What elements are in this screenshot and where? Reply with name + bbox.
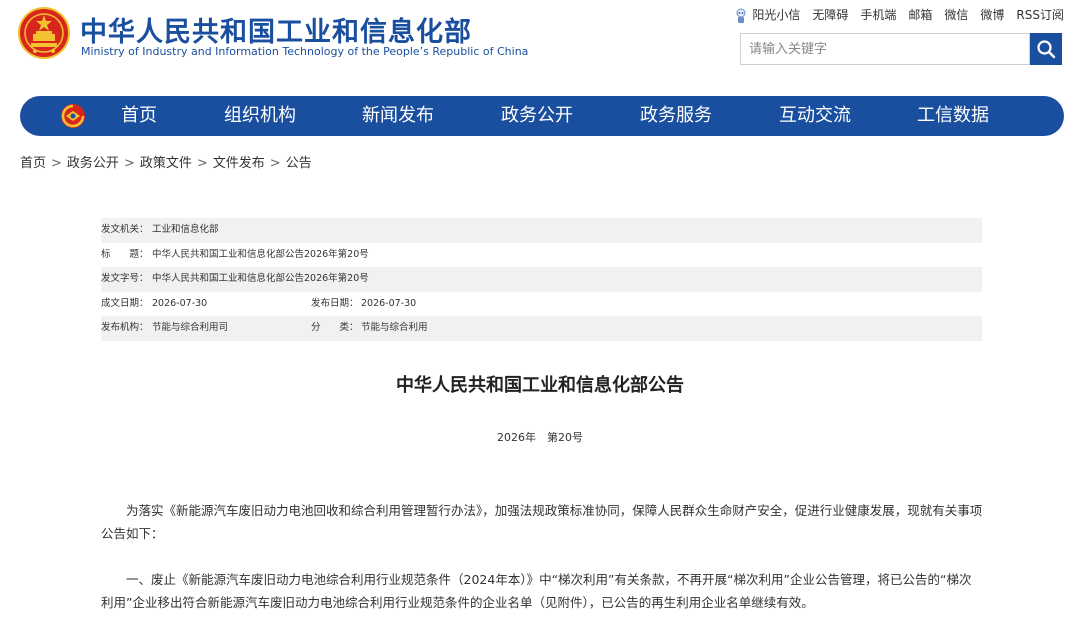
nav-item-news[interactable]: 新闻发布: [362, 96, 434, 136]
weibo-link[interactable]: 微博: [980, 6, 1004, 23]
title-label: 标 题：: [101, 248, 149, 260]
document-paragraph: 一、废止《新能源汽车废旧动力电池综合利用行业规范条件（2024年本）》中“梯次利…: [101, 572, 972, 610]
top-link-label: 阳光小信: [752, 8, 801, 22]
site-subtitle: Ministry of Industry and Information Tec…: [81, 45, 529, 58]
national-emblem-icon[interactable]: [18, 7, 70, 59]
nav-item-interaction[interactable]: 互动交流: [779, 96, 851, 136]
document-paragraph: 为落实《新能源汽车废旧动力电池回收和综合利用管理暂行办法》，加强法规政策标准协同…: [101, 503, 983, 541]
mobile-link[interactable]: 手机端: [860, 6, 896, 23]
breadcrumb-separator: >: [269, 156, 281, 171]
docno-label: 发文字号：: [101, 273, 149, 284]
top-links: 阳光小信 无障碍 手机端 邮箱 微信 微博 RSS订阅: [722, 6, 1064, 24]
info-row-title: 标 题： 中华人民共和国工业和信息化部公告2026年第20号: [101, 243, 982, 268]
written-date-value: 2026-07-30: [152, 297, 208, 309]
published-date-label: 发布日期：: [311, 297, 359, 309]
breadcrumb-separator: >: [196, 156, 208, 171]
breadcrumb-separator: >: [123, 156, 135, 171]
category-value: 节能与综合利用: [361, 322, 428, 333]
site-header: 中华人民共和国工业和信息化部 Ministry of Industry and …: [0, 0, 1080, 88]
org-label: 发布机构：: [101, 322, 149, 333]
info-row-dates: 成文日期： 2026-07-30 发布日期： 2026-07-30: [101, 292, 982, 317]
published-date-value: 2026-07-30: [361, 297, 417, 309]
document-number: 2026年 第20号: [497, 431, 583, 444]
category-label: 分 类：: [311, 322, 359, 333]
written-date-label: 成文日期：: [101, 297, 149, 309]
robot-icon: [736, 8, 746, 23]
title-value: 中华人民共和国工业和信息化部公告2026年第20号: [152, 248, 369, 260]
breadcrumb-doc-release[interactable]: 文件发布: [213, 156, 265, 171]
accessibility-link[interactable]: 无障碍: [812, 6, 848, 23]
nav-item-gov-affairs[interactable]: 政务公开: [501, 96, 573, 136]
issuer-label: 发文机关：: [101, 224, 149, 235]
search-input[interactable]: [741, 34, 1027, 64]
breadcrumb-announcement[interactable]: 公告: [286, 156, 312, 171]
miit-logo-icon[interactable]: [60, 103, 86, 129]
nav-item-home[interactable]: 首页: [121, 96, 157, 136]
site-title[interactable]: 中华人民共和国工业和信息化部: [80, 10, 472, 49]
sunshine-xiaoxin-link[interactable]: 阳光小信: [734, 6, 800, 24]
info-row-org: 发布机构： 节能与综合利用司 分 类： 节能与综合利用: [101, 316, 982, 341]
search-icon: [1037, 40, 1056, 59]
search-button[interactable]: [1030, 33, 1062, 65]
mailbox-link[interactable]: 邮箱: [908, 6, 932, 23]
main-nav: 首页 组织机构 新闻发布 政务公开 政务服务 互动交流 工信数据: [20, 96, 1064, 136]
document-title: 中华人民共和国工业和信息化部公告: [396, 375, 684, 396]
breadcrumb: 首页 > 政务公开 > 政策文件 > 文件发布 > 公告: [20, 152, 312, 171]
nav-item-services[interactable]: 政务服务: [640, 96, 712, 136]
rss-link[interactable]: RSS订阅: [1016, 6, 1064, 23]
docno-value: 中华人民共和国工业和信息化部公告2026年第20号: [152, 273, 369, 284]
breadcrumb-gov-affairs[interactable]: 政务公开: [67, 156, 119, 171]
search-box: [740, 33, 1030, 65]
nav-item-organization[interactable]: 组织机构: [224, 96, 296, 136]
document-info-table: 发文机关： 工业和信息化部 标 题： 中华人民共和国工业和信息化部公告2026年…: [101, 218, 982, 341]
breadcrumb-separator: >: [51, 156, 62, 171]
breadcrumb-policy-docs[interactable]: 政策文件: [140, 156, 192, 171]
info-row-docno: 发文字号： 中华人民共和国工业和信息化部公告2026年第20号: [101, 267, 982, 292]
issuer-value: 工业和信息化部: [152, 224, 219, 235]
nav-item-data[interactable]: 工信数据: [917, 96, 989, 136]
org-value: 节能与综合利用司: [152, 322, 229, 333]
info-row-issuer: 发文机关： 工业和信息化部: [101, 218, 982, 243]
wechat-link[interactable]: 微信: [944, 6, 968, 23]
breadcrumb-home[interactable]: 首页: [20, 156, 46, 171]
